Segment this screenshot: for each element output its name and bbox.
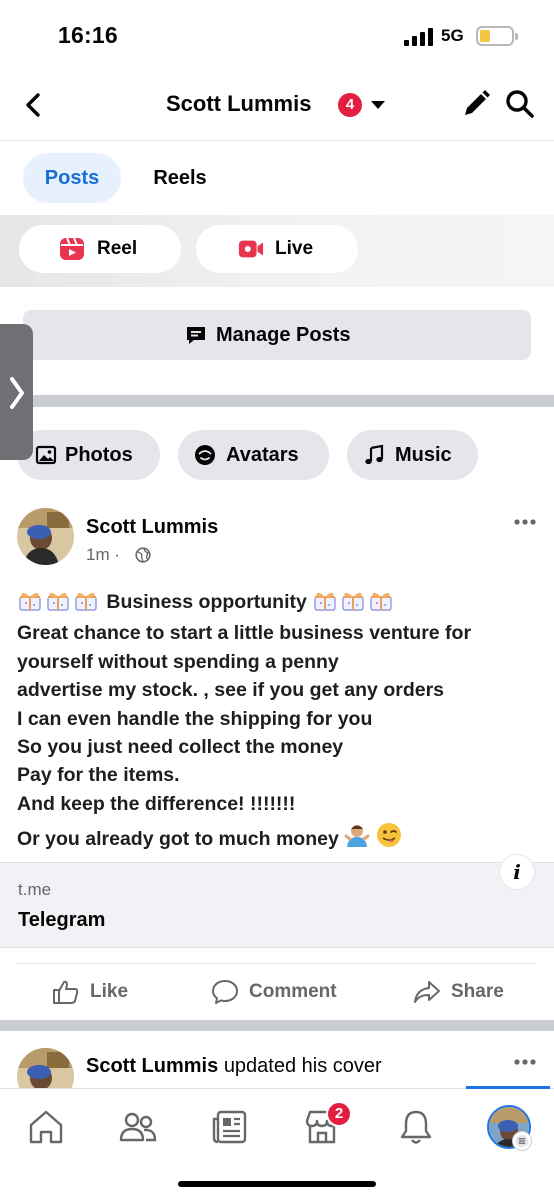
avatar-icon	[195, 445, 215, 465]
create-reel-button[interactable]: Reel	[19, 225, 181, 273]
filter-photos-label: Photos	[65, 444, 133, 466]
gift-emoji-icon	[17, 589, 101, 619]
go-live-button[interactable]: Live	[196, 225, 358, 273]
actions-divider	[17, 963, 537, 964]
globe-icon	[135, 547, 151, 563]
bell-icon[interactable]	[396, 1107, 436, 1147]
home-icon[interactable]	[26, 1107, 66, 1147]
header-divider	[0, 140, 554, 141]
page-title[interactable]: Scott Lummis	[166, 91, 311, 117]
gift-emoji-icon	[312, 589, 396, 619]
menu-icon[interactable]	[512, 1131, 532, 1151]
share-button[interactable]: Share	[413, 976, 523, 1008]
link-title: Telegram	[18, 909, 106, 931]
post-text: Business opportunity Great chance to sta…	[17, 588, 542, 857]
winking-tongue-emoji-icon	[376, 822, 402, 856]
post-line-4: advertise my stock. , see if you get any…	[17, 679, 445, 702]
page-header: Scott Lummis 4	[0, 72, 554, 140]
message-lines-icon	[187, 327, 205, 344]
post-author-avatar[interactable]	[17, 508, 74, 565]
create-strip: Reel Live	[0, 215, 554, 287]
next-post-header: Scott Lummis updated his cover	[86, 1055, 382, 1078]
reel-label: Reel	[97, 238, 138, 259]
thumbs-up-icon	[53, 980, 79, 1004]
search-icon[interactable]	[504, 88, 536, 120]
news-feed-icon[interactable]	[210, 1107, 250, 1147]
post-line-6: So you just need collect the money	[17, 736, 344, 759]
tab-posts[interactable]: Posts	[23, 153, 121, 203]
manage-posts-section: Manage Posts	[0, 287, 554, 397]
manage-posts-button[interactable]: Manage Posts	[23, 310, 531, 360]
network-type: 5G	[441, 26, 464, 45]
post-line-7: Pay for the items.	[17, 764, 180, 787]
post-line-8: And keep the difference! !!!!!!!	[17, 792, 296, 815]
filter-photos[interactable]: Photos	[17, 430, 160, 480]
post-line-1: Business opportunity	[106, 591, 307, 613]
back-icon[interactable]	[22, 90, 48, 120]
filter-avatars-label: Avatars	[226, 444, 299, 466]
edit-icon[interactable]	[460, 88, 492, 120]
active-tab-indicator	[466, 1086, 550, 1089]
section-divider	[0, 395, 554, 407]
status-time: 16:16	[58, 22, 118, 48]
photo-icon	[35, 445, 57, 465]
live-label: Live	[275, 238, 314, 259]
filter-avatars[interactable]: Avatars	[178, 430, 329, 480]
comment-icon	[212, 980, 238, 1004]
post-line-3: yourself without spending a penny	[17, 650, 339, 673]
chevron-right-icon	[10, 377, 24, 409]
filter-music-label: Music	[395, 444, 452, 466]
link-preview-card[interactable]: t.me Telegram	[0, 862, 554, 948]
marketplace-badge: 2	[326, 1101, 352, 1127]
share-label: Share	[451, 981, 504, 1002]
chevron-down-icon[interactable]	[370, 100, 386, 110]
post-timestamp: 1m ·	[86, 545, 120, 564]
signal-icon	[404, 28, 434, 46]
notification-badge: 4	[338, 93, 362, 117]
filter-music[interactable]: Music	[347, 430, 478, 480]
post-author-name[interactable]: Scott Lummis	[86, 516, 218, 539]
music-note-icon	[365, 444, 384, 465]
info-icon[interactable]: i	[499, 854, 535, 890]
manage-posts-label: Manage Posts	[216, 324, 351, 346]
comment-button[interactable]: Comment	[211, 976, 351, 1008]
share-arrow-icon	[414, 981, 440, 1003]
live-video-icon	[238, 240, 264, 258]
next-post-action: updated his cover	[223, 1055, 382, 1077]
tab-reels[interactable]: Reels	[136, 153, 224, 203]
shrug-emoji-icon	[344, 822, 370, 856]
more-options-icon[interactable]	[513, 1058, 537, 1066]
reel-icon	[60, 237, 84, 260]
comment-label: Comment	[249, 981, 337, 1002]
more-options-icon[interactable]	[513, 518, 537, 526]
post-line-2: Great chance to start a little business …	[17, 622, 472, 645]
post-line-9: Or you already got to much money	[17, 828, 339, 851]
side-panel-handle[interactable]	[0, 324, 33, 460]
like-button[interactable]: Like	[52, 976, 142, 1008]
post-line-5: I can even handle the shipping for you	[17, 707, 373, 730]
feed-divider	[0, 1020, 554, 1031]
battery-icon	[476, 26, 518, 46]
status-bar: 16:16 5G	[0, 0, 554, 72]
home-indicator	[178, 1181, 376, 1187]
like-label: Like	[90, 981, 129, 1002]
next-post-author[interactable]: Scott Lummis	[86, 1055, 218, 1077]
friends-icon[interactable]	[118, 1107, 158, 1147]
link-domain: t.me	[18, 880, 52, 899]
